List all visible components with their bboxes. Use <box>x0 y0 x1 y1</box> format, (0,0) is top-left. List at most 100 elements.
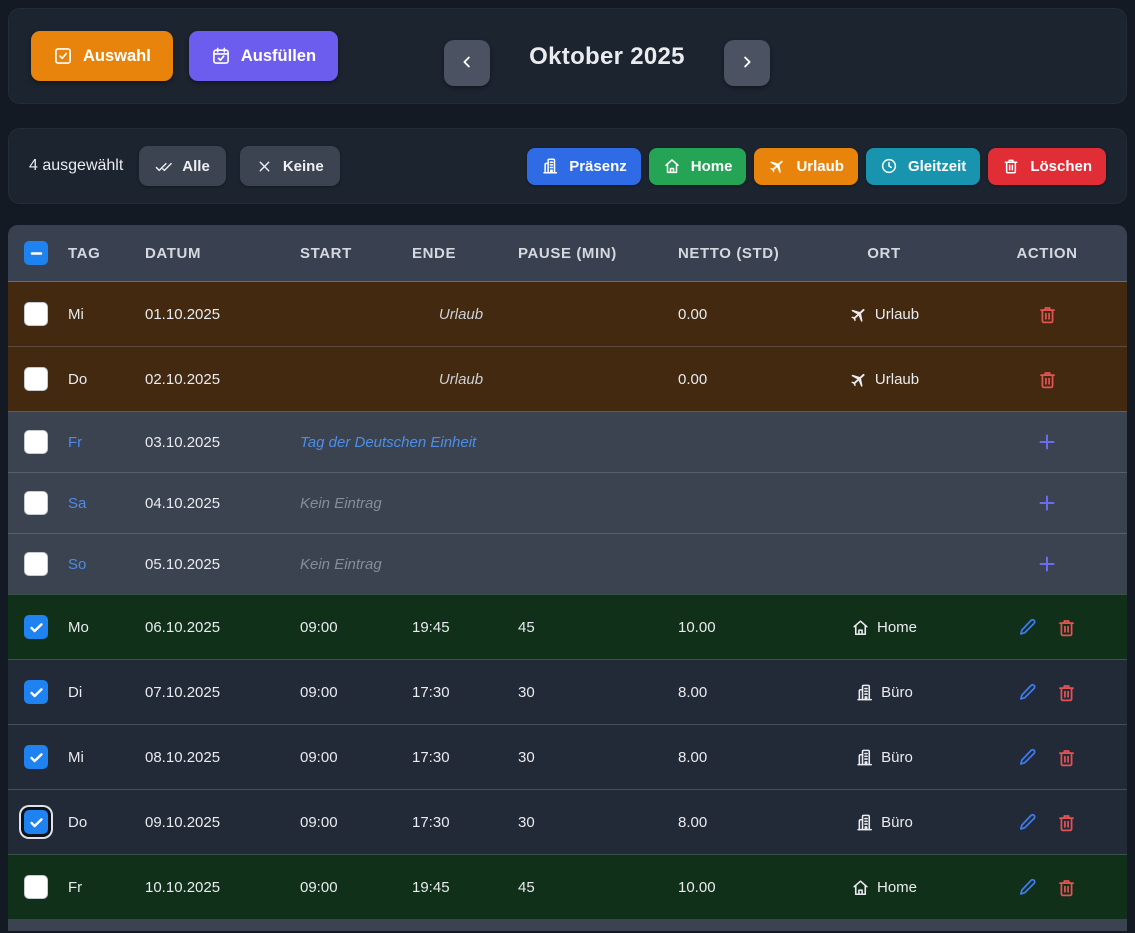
house-icon <box>663 157 681 175</box>
action-cell <box>970 304 1124 325</box>
plane-icon <box>768 157 786 175</box>
row-checkbox[interactable] <box>24 302 48 326</box>
select-all-checkbox[interactable] <box>24 241 48 265</box>
note-label: Urlaub <box>292 306 670 323</box>
row-checkbox[interactable] <box>24 745 48 769</box>
row-checkbox[interactable] <box>24 680 48 704</box>
netto-hours: 0.00 <box>670 371 798 388</box>
table-row: Di07.10.202509:0017:30308.00Büro <box>8 659 1127 724</box>
pencil-icon <box>1017 682 1038 703</box>
building-icon <box>541 157 559 175</box>
location-cell: Büro <box>798 748 970 767</box>
row-checkbox[interactable] <box>24 552 48 576</box>
building-icon <box>855 748 874 767</box>
table-row: Fr03.10.2025Tag der Deutschen Einheit <box>8 411 1127 472</box>
date-label: 07.10.2025 <box>137 684 292 701</box>
row-checkbox-cell <box>8 875 60 899</box>
date-label: 10.10.2025 <box>137 879 292 896</box>
start-time: 09:00 <box>292 684 404 701</box>
select-all-button[interactable]: Alle <box>139 146 226 186</box>
action-cell <box>970 747 1124 768</box>
day-label: Mi <box>60 306 137 323</box>
row-checkbox[interactable] <box>24 810 48 834</box>
house-icon <box>851 878 870 897</box>
add-entry-button[interactable] <box>1035 491 1059 515</box>
praesenz-button[interactable]: Präsenz <box>527 148 641 185</box>
edit-entry-button[interactable] <box>1017 682 1038 703</box>
day-label: Mi <box>60 749 137 766</box>
action-cell <box>970 617 1124 638</box>
edit-entry-button[interactable] <box>1017 617 1038 638</box>
day-label: Fr <box>60 879 137 896</box>
row-checkbox-cell <box>8 810 60 834</box>
select-none-label: Keine <box>283 158 324 175</box>
select-none-button[interactable]: Keine <box>240 146 340 186</box>
pencil-icon <box>1017 617 1038 638</box>
table-row: Mi08.10.202509:0017:30308.00Büro <box>8 724 1127 789</box>
delete-entry-button[interactable] <box>1056 617 1077 638</box>
home-button[interactable]: Home <box>649 148 747 185</box>
table-row: Do02.10.2025Urlaub0.00Urlaub <box>8 346 1127 411</box>
ausfuellen-button[interactable]: Ausfüllen <box>189 31 338 81</box>
action-cell <box>970 369 1124 390</box>
month-title: Oktober 2025 <box>490 9 724 105</box>
table-row-partial <box>8 919 1127 931</box>
row-checkbox[interactable] <box>24 491 48 515</box>
location-label: Büro <box>881 814 913 831</box>
auswahl-button[interactable]: Auswahl <box>31 31 173 81</box>
trash-icon <box>1056 747 1077 768</box>
action-cell <box>970 552 1124 576</box>
check-icon <box>28 619 45 636</box>
edit-entry-button[interactable] <box>1017 877 1038 898</box>
delete-entry-button[interactable] <box>1056 682 1077 703</box>
delete-entry-button[interactable] <box>1037 369 1058 390</box>
delete-entry-button[interactable] <box>1056 877 1077 898</box>
location-cell: Urlaub <box>798 370 970 389</box>
table-row: Mo06.10.202509:0019:454510.00Home <box>8 594 1127 659</box>
day-text: Fr <box>68 434 82 451</box>
clock-icon <box>880 157 898 175</box>
location-label: Urlaub <box>875 371 919 388</box>
table-row: Sa04.10.2025Kein Eintrag <box>8 472 1127 533</box>
start-time: 09:00 <box>292 749 404 766</box>
day-label: Sa <box>60 495 137 512</box>
trash-icon <box>1056 877 1077 898</box>
next-month-button[interactable] <box>724 40 770 86</box>
add-entry-button[interactable] <box>1035 552 1059 576</box>
delete-entry-button[interactable] <box>1037 304 1058 325</box>
column-header-action: ACTION <box>970 245 1124 262</box>
edit-entry-button[interactable] <box>1017 812 1038 833</box>
location-cell: Home <box>798 878 970 897</box>
pencil-icon <box>1017 747 1038 768</box>
loeschen-button[interactable]: Löschen <box>988 148 1106 185</box>
column-header-tag: TAG <box>60 245 137 262</box>
delete-entry-button[interactable] <box>1056 747 1077 768</box>
row-checkbox-cell <box>8 430 60 454</box>
end-time: 17:30 <box>404 684 510 701</box>
row-checkbox[interactable] <box>24 367 48 391</box>
location-label: Home <box>877 619 917 636</box>
end-time: 19:45 <box>404 619 510 636</box>
check-icon <box>28 684 45 701</box>
netto-hours: 10.00 <box>670 619 798 636</box>
row-checkbox[interactable] <box>24 430 48 454</box>
start-time: 09:00 <box>292 619 404 636</box>
add-entry-button[interactable] <box>1035 430 1059 454</box>
row-checkbox-cell <box>8 552 60 576</box>
day-text: Di <box>68 684 82 701</box>
row-checkbox-cell <box>8 680 60 704</box>
selection-count: 4 ausgewählt <box>29 157 123 175</box>
date-label: 02.10.2025 <box>137 371 292 388</box>
row-checkbox[interactable] <box>24 875 48 899</box>
urlaub-button[interactable]: Urlaub <box>754 148 858 185</box>
delete-entry-button[interactable] <box>1056 812 1077 833</box>
bulk-action-buttons: PräsenzHomeUrlaubGleitzeitLöschen <box>527 148 1106 185</box>
location-cell: Büro <box>798 813 970 832</box>
edit-entry-button[interactable] <box>1017 747 1038 768</box>
row-checkbox[interactable] <box>24 615 48 639</box>
gleitzeit-button[interactable]: Gleitzeit <box>866 148 980 185</box>
end-time: 19:45 <box>404 879 510 896</box>
day-label: Fr <box>60 434 137 451</box>
previous-month-button[interactable] <box>444 40 490 86</box>
date-label: 06.10.2025 <box>137 619 292 636</box>
